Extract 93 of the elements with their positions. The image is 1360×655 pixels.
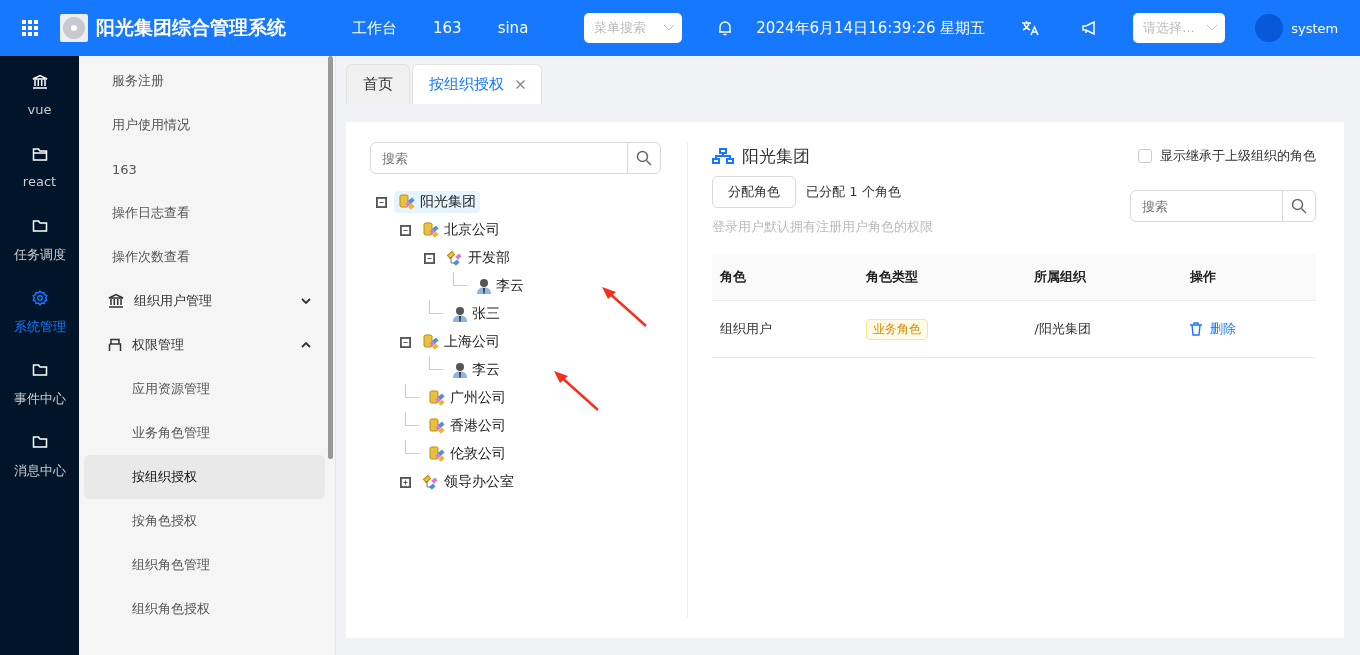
menu-item[interactable]: 组织角色管理 (84, 543, 325, 587)
menu-item[interactable]: 按角色授权 (84, 499, 325, 543)
column-header: 角色类型 (858, 254, 1027, 301)
datetime: 2024年6月14日16:39:26 星期五 (756, 18, 986, 38)
folder-icon (31, 362, 48, 378)
menu-group[interactable]: 组织用户管理 (84, 279, 325, 323)
tree-node[interactable]: 李云 (448, 359, 504, 381)
chevron-icon (301, 342, 311, 348)
folder-icon (31, 146, 48, 162)
tree-node[interactable]: 伦敦公司 (424, 443, 510, 465)
tree-node[interactable]: 上海公司 (418, 331, 504, 353)
nav-link[interactable]: 工作台 (352, 18, 397, 38)
rail-item[interactable]: 消息中心 (0, 434, 79, 506)
organization-icon (428, 417, 446, 435)
assign-role-button[interactable]: 分配角色 (712, 176, 796, 208)
menu-item[interactable]: 用户使用情况 (84, 103, 325, 147)
search-icon[interactable] (1291, 198, 1307, 214)
bank-icon (108, 293, 124, 309)
tab[interactable]: 按组织授权 (412, 64, 542, 104)
nav-link[interactable]: sina (497, 18, 529, 38)
column-header: 操作 (1182, 254, 1316, 301)
tree-node[interactable]: 张三 (448, 303, 504, 325)
nav-link[interactable]: 163 (433, 18, 462, 38)
folder-icon (31, 434, 48, 450)
rail-item[interactable]: 事件中心 (0, 362, 79, 434)
chevron-icon (301, 298, 311, 304)
trash-icon (1190, 321, 1203, 336)
megaphone-icon[interactable] (1081, 20, 1098, 36)
organization-icon (422, 333, 440, 351)
rail-item[interactable]: 系统管理 (0, 290, 79, 362)
settings-icon (31, 290, 48, 306)
department-icon (446, 249, 464, 267)
menu-item[interactable]: 业务角色管理 (84, 411, 325, 455)
rail-item[interactable]: react (0, 146, 79, 218)
search-box[interactable]: 搜索 (370, 142, 661, 174)
menu-item[interactable]: 按组织授权 (84, 455, 325, 499)
org-chart-icon (712, 148, 734, 164)
search-icon[interactable] (636, 150, 652, 166)
collapse-toggle[interactable] (376, 196, 387, 208)
tab[interactable]: 首页 (346, 64, 410, 104)
organization-icon (422, 221, 440, 239)
menu-item[interactable]: 服务注册 (84, 59, 325, 103)
folder-icon (31, 218, 48, 234)
tree-node[interactable]: 广州公司 (424, 387, 510, 409)
tree-node[interactable]: 阳光集团 (394, 191, 480, 213)
rail-item[interactable]: 任务调度 (0, 218, 79, 290)
scrollbar[interactable] (328, 56, 333, 459)
delete-link[interactable]: 删除 (1190, 319, 1237, 338)
person-icon (476, 277, 492, 295)
apps-icon[interactable] (22, 20, 38, 36)
search-field[interactable]: 搜索 (371, 143, 627, 173)
organization-icon (428, 445, 446, 463)
app-title: 阳光集团综合管理系统 (96, 15, 286, 40)
search-box[interactable]: 搜索 (1130, 190, 1316, 222)
department-icon (422, 473, 440, 491)
table-cell: 组织用户 (712, 300, 859, 358)
column-header: 角色 (712, 254, 859, 301)
tree-node[interactable]: 北京公司 (418, 219, 504, 241)
organization-icon (428, 389, 446, 407)
role-type-tag: 业务角色 (866, 318, 929, 340)
search-field[interactable]: 搜索 (1131, 191, 1282, 221)
menu-item[interactable]: 组织角色授权 (84, 587, 325, 631)
menu-item[interactable]: 操作日志查看 (84, 191, 325, 235)
assigned-count: 已分配 1 个角色 (806, 183, 901, 201)
close-icon[interactable] (516, 80, 525, 89)
disc-logo-icon (60, 14, 88, 42)
collapse-toggle[interactable] (400, 336, 411, 348)
expand-toggle[interactable] (400, 476, 411, 488)
menu-item[interactable]: 应用资源管理 (84, 367, 325, 411)
user-name[interactable]: system (1291, 20, 1339, 36)
bank-icon (31, 74, 48, 90)
caret-icon (664, 25, 675, 31)
caret-icon (1207, 25, 1218, 31)
rail-item[interactable]: vue (0, 74, 79, 146)
org-title: 阳光集团 (742, 144, 811, 168)
collapse-toggle[interactable] (424, 252, 435, 264)
menu-group[interactable]: 权限管理 (84, 323, 325, 367)
collapse-toggle[interactable] (400, 224, 411, 236)
organization-icon (398, 193, 416, 211)
tree-node[interactable]: 领导办公室 (418, 471, 518, 493)
person-icon (452, 305, 468, 323)
tree-node[interactable]: 香港公司 (424, 415, 510, 437)
column-header: 所属组织 (1026, 254, 1183, 301)
table-cell: /阳光集团 (1026, 300, 1183, 358)
menu-item[interactable]: 操作次数查看 (84, 235, 325, 279)
inherit-checkbox[interactable]: 显示继承于上级组织的角色 (1138, 147, 1316, 165)
tree-node[interactable]: 李云 (472, 275, 528, 297)
bell-icon[interactable] (718, 20, 733, 36)
tree-node[interactable]: 开发部 (442, 247, 514, 269)
hint-text: 登录用户默认拥有注册用户角色的权限 (712, 218, 933, 236)
translate-icon[interactable] (1021, 20, 1040, 36)
person-icon (452, 361, 468, 379)
menu-item[interactable]: 163 (84, 147, 325, 191)
